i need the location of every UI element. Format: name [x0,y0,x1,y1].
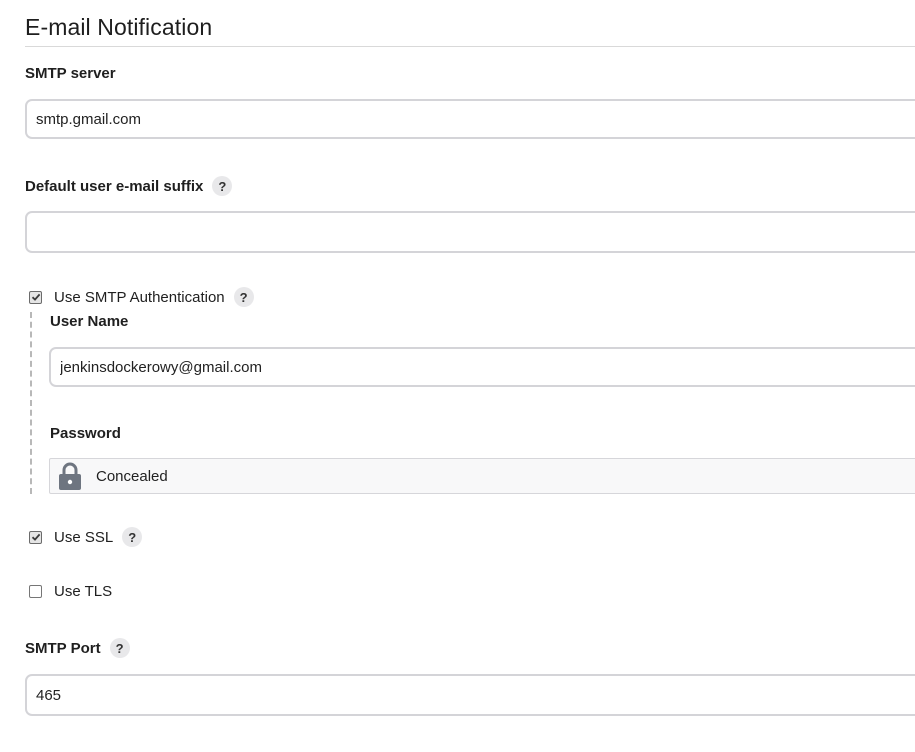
password-label-text: Password [50,425,121,442]
smtp-server-label: SMTP server [25,65,116,82]
smtp-server-label-text: SMTP server [25,65,116,82]
smtp-port-label: SMTP Port ? [25,638,130,658]
password-concealed-text: Concealed [96,467,168,485]
checkmark-icon [31,293,40,301]
use-tls-row: Use TLS [29,583,112,600]
use-ssl-help-icon[interactable]: ? [122,527,143,547]
smtp-server-input[interactable] [25,99,915,139]
use-ssl-checkbox[interactable] [29,530,42,544]
use-ssl-label[interactable]: Use SSL [54,529,113,546]
smtp-auth-label[interactable]: Use SMTP Authentication [54,289,225,306]
username-input[interactable] [49,347,915,387]
nested-section-indicator [30,312,32,494]
use-tls-label[interactable]: Use TLS [54,583,112,600]
smtp-auth-help-icon[interactable]: ? [233,287,254,307]
password-concealed-field[interactable]: Concealed [49,458,915,494]
username-label: User Name [50,313,128,330]
email-notification-page: E-mail Notification SMTP server Default … [0,0,915,752]
username-label-text: User Name [50,313,129,330]
section-divider [25,46,915,47]
email-suffix-label-text: Default user e-mail suffix [25,177,204,195]
smtp-auth-row: Use SMTP Authentication ? [29,287,254,307]
use-tls-checkbox[interactable] [29,585,42,598]
use-ssl-row: Use SSL ? [29,527,143,547]
email-suffix-help-icon[interactable]: ? [212,176,233,196]
email-suffix-label: Default user e-mail suffix ? [25,176,233,196]
smtp-port-label-text: SMTP Port [25,639,101,657]
email-suffix-input[interactable] [25,211,915,253]
smtp-port-help-icon[interactable]: ? [109,638,130,658]
section-title: E-mail Notification [25,14,213,40]
smtp-auth-checkbox[interactable] [29,290,42,304]
lock-icon [59,462,81,490]
password-label: Password [50,425,121,442]
checkmark-icon [31,533,40,541]
smtp-port-input[interactable] [25,674,915,716]
